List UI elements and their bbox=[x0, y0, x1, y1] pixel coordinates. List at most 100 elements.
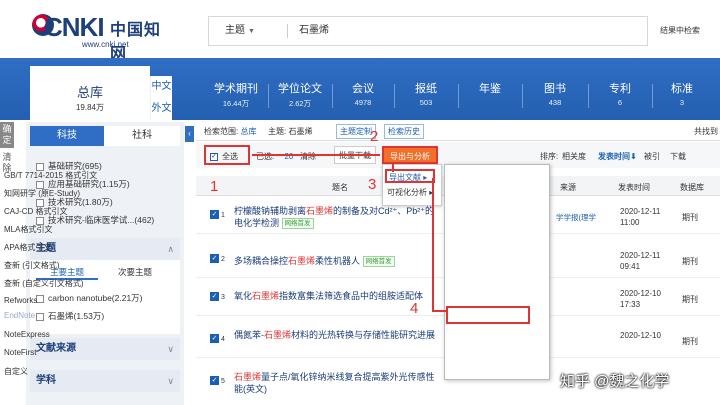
tab-zongku[interactable]: 总库 19.84万 bbox=[30, 66, 150, 120]
section-discipline-header[interactable]: 学科 ∨ bbox=[30, 370, 180, 392]
section-topic-header[interactable]: 主题 ∧ bbox=[30, 238, 180, 260]
selected-count: 已选: 20 bbox=[256, 152, 294, 161]
column-database[interactable]: 数据库 bbox=[680, 182, 704, 193]
tab-sheke[interactable]: 社科 bbox=[104, 126, 180, 146]
checkbox[interactable]: ✓ bbox=[210, 152, 218, 161]
tab-keji[interactable]: 科技 bbox=[30, 126, 104, 146]
side-actions: 确定 清除 bbox=[0, 122, 14, 192]
menu-item-notefirst[interactable]: NoteFirst bbox=[4, 348, 36, 357]
divider bbox=[588, 84, 589, 108]
row-checkbox[interactable]: ✓ bbox=[210, 210, 219, 219]
tab-db-yearbook[interactable]: 年鉴 bbox=[460, 80, 520, 98]
menu-item-chaxin-custom[interactable]: 查新 (自定义引文格式) bbox=[4, 278, 84, 289]
row-date: 2020-12-11 11:00 bbox=[620, 207, 661, 227]
total-found: 共找到 bbox=[694, 127, 718, 136]
cnki-logo[interactable]: CNKI 中国知网 www.cnki.net bbox=[30, 12, 170, 63]
row-date: 2020-12-10 17:33 bbox=[620, 289, 661, 309]
row-title-link[interactable]: 石墨烯量子点/氧化锌纳米线复合提高紫外光传感性能(英文) bbox=[234, 371, 442, 395]
column-date[interactable]: 发表时间 bbox=[618, 182, 650, 193]
sort-cited[interactable]: 被引 bbox=[644, 151, 660, 162]
row-checkbox[interactable]: ✓ bbox=[210, 292, 219, 301]
menu-item-gbt[interactable]: GB/T 7714-2015 格式引文 bbox=[4, 170, 97, 181]
divider bbox=[287, 24, 288, 38]
row-title-link[interactable]: 柠檬酸钠辅助剥离石墨烯的制备及对Cd²⁺、Pb²⁺的电化学检测 网络首发 bbox=[234, 205, 442, 230]
menu-item-custom[interactable]: 自定义 bbox=[4, 366, 28, 377]
tab-db-standard[interactable]: 标准 3 bbox=[656, 80, 708, 107]
export-analysis-button[interactable]: 导出与分析 bbox=[382, 146, 438, 164]
search-field-select[interactable]: 主题 ▼ bbox=[215, 17, 265, 45]
visual-analysis-menu-item[interactable]: 可视化分析 ▸ bbox=[387, 187, 433, 198]
row-date: 2020-12-11 09:41 bbox=[620, 251, 661, 271]
zongku-count: 19.84万 bbox=[75, 103, 105, 112]
collapse-sidebar-button[interactable]: ‹ bbox=[185, 126, 194, 142]
divider bbox=[268, 84, 269, 108]
section-source-header[interactable]: 文献来源 ∨ bbox=[30, 338, 180, 360]
row-title-link[interactable]: 偶氮苯-石墨烯材料的光热转换与存储性能研究进展 bbox=[234, 329, 442, 341]
tab-db-conference[interactable]: 会议 4978 bbox=[334, 80, 392, 107]
divider bbox=[522, 84, 523, 108]
menu-item-apa[interactable]: APA格式引文 bbox=[4, 242, 51, 253]
row-database: 期刊 bbox=[682, 337, 698, 346]
tab-sub-topic[interactable]: 次要主题 bbox=[100, 264, 170, 280]
row-number: 5 bbox=[221, 378, 225, 385]
annotation-step-3: 3 bbox=[368, 176, 377, 193]
chevron-down-icon: ∨ bbox=[167, 344, 174, 354]
tab-db-patent[interactable]: 专利 6 bbox=[592, 80, 648, 107]
endnote-highlight bbox=[446, 306, 530, 324]
row-number: 3 bbox=[221, 294, 225, 301]
row-number: 1 bbox=[221, 212, 225, 219]
chevron-up-icon: ∧ bbox=[167, 244, 174, 254]
row-database: 期刊 bbox=[682, 257, 698, 266]
menu-item-noteexpress[interactable]: NoteExpress bbox=[4, 330, 50, 339]
menu-item-cajcd[interactable]: CAJ-CD 格式引文 bbox=[4, 206, 68, 217]
clear-selection-button[interactable]: 清除 bbox=[300, 151, 316, 162]
row-checkbox[interactable]: ✓ bbox=[210, 376, 219, 385]
row-source[interactable]: 学学报(理学 bbox=[556, 212, 596, 223]
export-format-menu bbox=[444, 164, 550, 380]
search-scope-topic: 主题: 石墨烯 bbox=[268, 127, 313, 136]
zongku-label: 总库 bbox=[76, 85, 103, 100]
row-number: 4 bbox=[221, 336, 225, 343]
menu-item-estudy[interactable]: 知网研学 (原E-Study) bbox=[4, 188, 80, 199]
search-within-button[interactable]: 结果中检索 bbox=[660, 20, 720, 42]
tab-db-books[interactable]: 图书 438 bbox=[526, 80, 584, 107]
column-source[interactable]: 来源 bbox=[560, 182, 576, 193]
tab-db-thesis[interactable]: 学位论文 2.62万 bbox=[270, 80, 330, 109]
divider bbox=[332, 84, 333, 108]
menu-item-refworks[interactable]: Refworks bbox=[4, 296, 37, 305]
search-history-button[interactable]: 检索历史 bbox=[384, 124, 424, 139]
status-badge: 网络首发 bbox=[281, 218, 314, 230]
search-box: 主题 ▼ 石墨烯 bbox=[208, 16, 648, 46]
annotation-arrow bbox=[432, 310, 446, 312]
lang-foreign-button[interactable]: 外文 bbox=[150, 98, 172, 120]
topic-item[interactable]: carbon nanotube(2.21万) bbox=[36, 292, 143, 304]
row-checkbox[interactable]: ✓ bbox=[210, 334, 219, 343]
lang-chinese-button[interactable]: 中文 bbox=[150, 76, 172, 98]
search-input[interactable]: 石墨烯 bbox=[299, 17, 329, 45]
tab-db-newspaper[interactable]: 报纸 503 bbox=[396, 80, 456, 107]
divider bbox=[196, 140, 720, 141]
menu-item-mla[interactable]: MLA格式引文 bbox=[4, 224, 52, 235]
status-badge: 网络首发 bbox=[362, 256, 395, 268]
menu-item-chaxin[interactable]: 查新 (引文格式) bbox=[4, 260, 60, 271]
row-checkbox[interactable]: ✓ bbox=[210, 254, 219, 263]
topic-item[interactable]: 石墨烯(1.53万) bbox=[36, 310, 104, 322]
confirm-button[interactable]: 确定 bbox=[0, 122, 14, 148]
checkbox[interactable] bbox=[36, 312, 44, 321]
select-all-checkbox[interactable]: ✓ 全选 bbox=[210, 151, 238, 162]
sort-label: 排序: bbox=[540, 152, 559, 161]
menu-item-endnote[interactable]: EndNote bbox=[4, 311, 35, 320]
sort-download[interactable]: 下载 bbox=[670, 151, 686, 162]
logo-url: www.cnki.net bbox=[82, 40, 129, 49]
tab-db-journal[interactable]: 学术期刊 16.44万 bbox=[206, 80, 266, 109]
sort-date[interactable]: 发表时间⬇ bbox=[598, 151, 637, 162]
column-title[interactable]: 题名 bbox=[332, 182, 348, 193]
sort-relevance[interactable]: 相关度 bbox=[562, 151, 586, 162]
annotation-arrow bbox=[392, 164, 394, 172]
row-title-link[interactable]: 多场耦合操控石墨烯柔性机器人 网络首发 bbox=[234, 255, 442, 268]
divider bbox=[458, 84, 459, 108]
divider bbox=[652, 84, 653, 108]
annotation-step-1: 1 bbox=[210, 178, 219, 195]
annotation-arrow bbox=[252, 154, 380, 156]
search-scope: 检索范围: 总库 bbox=[204, 127, 257, 136]
